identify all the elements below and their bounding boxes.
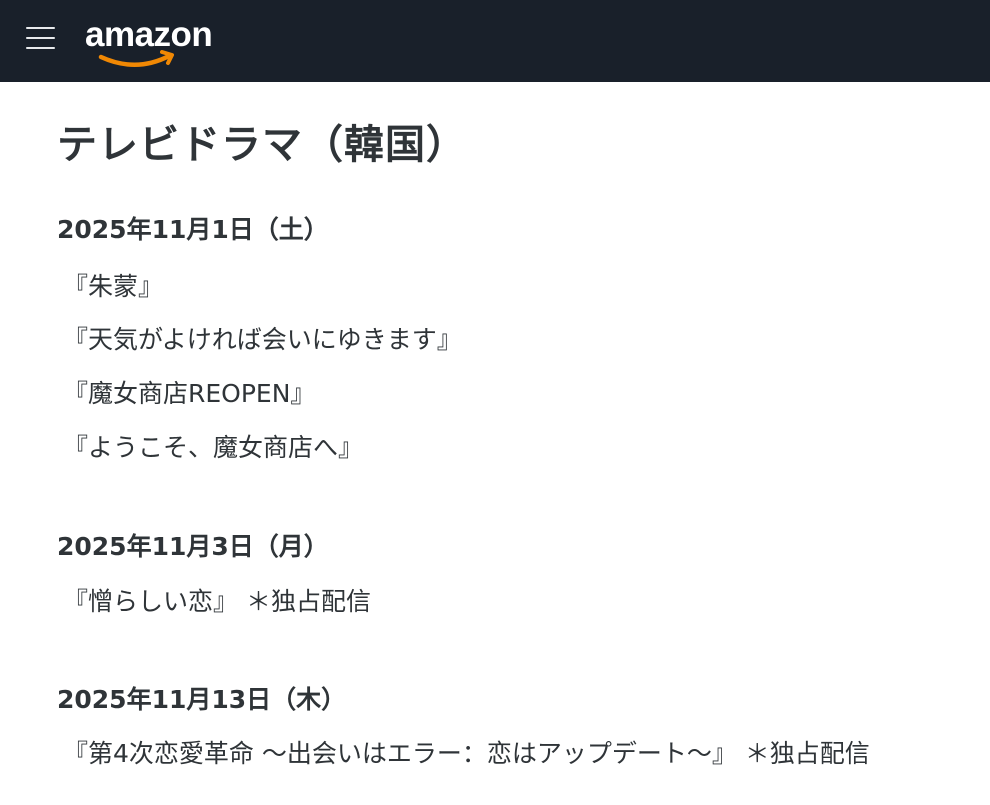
list-item: 『朱蒙』 <box>63 272 164 301</box>
list-item: 『第4次恋愛革命 〜出会いはエラー：恋はアップデート〜』 ＊独占配信 <box>63 739 870 768</box>
list-item: 『ようこそ、魔女商店へ』 <box>63 433 364 462</box>
hamburger-icon-line <box>26 37 55 39</box>
logo-smile <box>98 53 172 67</box>
amazon-logo-icon: amazon <box>85 15 213 67</box>
hamburger-menu-button[interactable] <box>26 27 56 49</box>
logo-text: amazon <box>85 15 212 54</box>
section-date: 2025年11月1日（土） <box>57 215 329 244</box>
hamburger-icon-line <box>26 27 55 29</box>
list-item: 『天気がよければ会いにゆきます』 <box>63 325 462 354</box>
page-title: テレビドラマ（韓国） <box>57 122 467 168</box>
section-date: 2025年11月13日（木） <box>57 685 347 714</box>
section-date: 2025年11月3日（月） <box>57 532 329 561</box>
list-item: 『魔女商店REOPEN』 <box>63 379 316 408</box>
hamburger-icon-line <box>26 47 55 49</box>
top-navigation-bar: amazon <box>0 0 990 82</box>
list-item: 『憎らしい恋』 ＊独占配信 <box>63 587 371 616</box>
amazon-logo[interactable]: amazon <box>84 14 219 70</box>
